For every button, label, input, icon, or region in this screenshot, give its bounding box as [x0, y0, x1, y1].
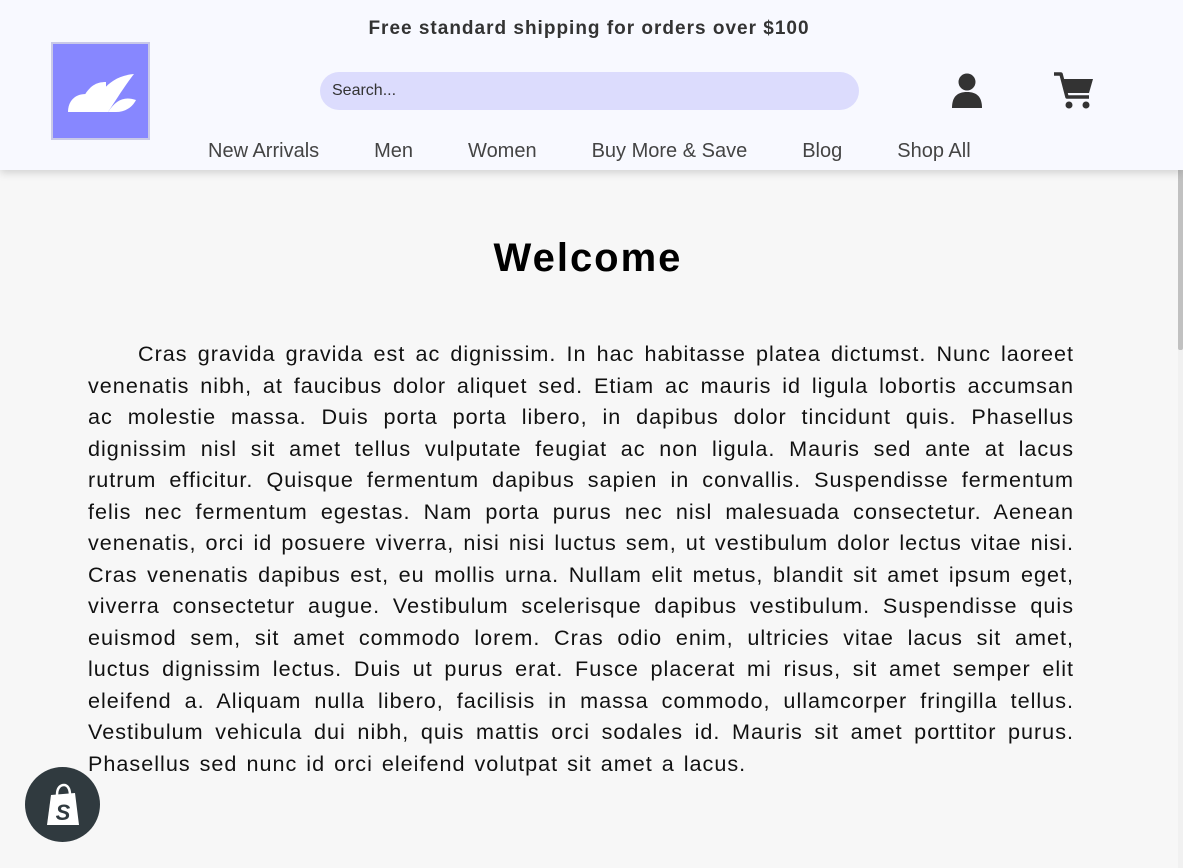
nav-item-women[interactable]: Women: [468, 140, 537, 163]
site-logo[interactable]: [51, 42, 150, 140]
shopify-chat-button[interactable]: S: [25, 767, 100, 842]
page-title: Welcome: [493, 236, 683, 280]
svg-text:S: S: [55, 800, 70, 825]
search-input[interactable]: [320, 72, 859, 110]
account-button[interactable]: [948, 72, 986, 110]
site-header: Free standard shipping for orders over $…: [0, 0, 1183, 170]
nav-item-buy-more-save[interactable]: Buy More & Save: [592, 140, 748, 163]
main-nav: New Arrivals Men Women Buy More & Save B…: [208, 140, 971, 163]
shopify-bag-icon: S: [46, 783, 79, 825]
nav-item-men[interactable]: Men: [374, 140, 413, 163]
leaf-logo-icon: [67, 74, 136, 112]
nav-item-blog[interactable]: Blog: [802, 140, 842, 163]
user-icon: [952, 73, 982, 108]
nav-item-shop-all[interactable]: Shop All: [897, 140, 970, 163]
shopping-cart-icon: [1054, 72, 1093, 109]
body-paragraph: Cras gravida gravida est ac dignissim. I…: [88, 341, 1074, 776]
nav-item-new-arrivals[interactable]: New Arrivals: [208, 140, 319, 163]
promo-banner: Free standard shipping for orders over $…: [368, 18, 810, 39]
cart-button[interactable]: [1052, 70, 1096, 112]
